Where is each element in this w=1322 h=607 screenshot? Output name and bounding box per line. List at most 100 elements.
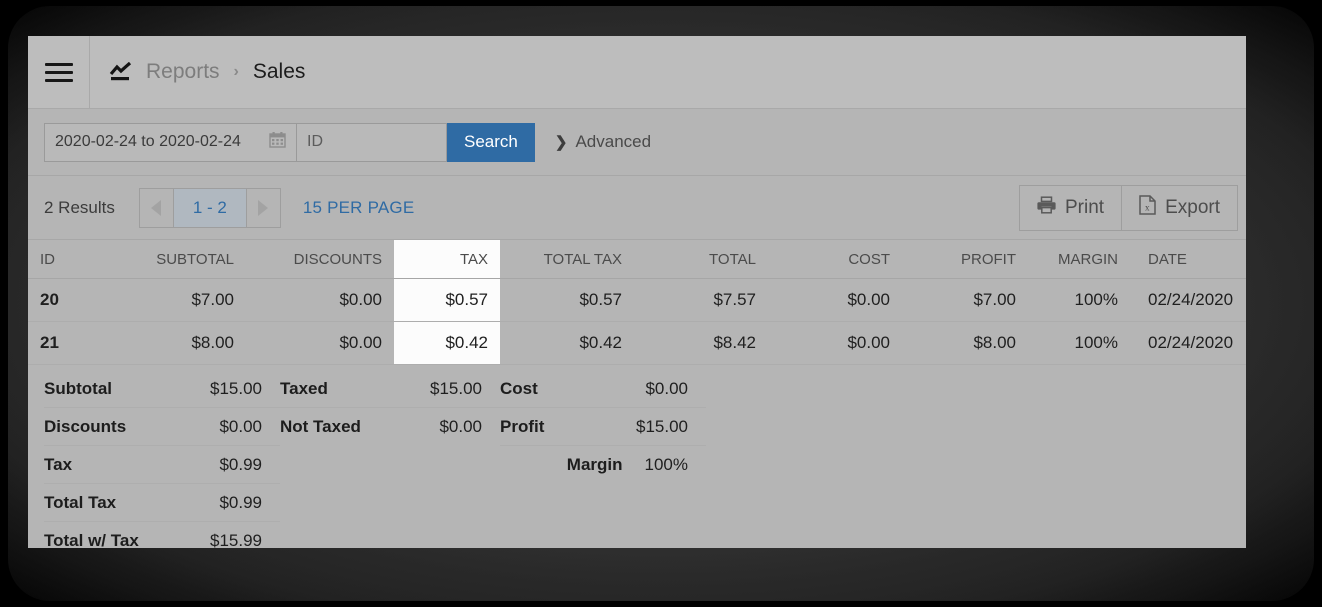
summary-label-cost: Cost bbox=[500, 378, 538, 398]
summary-label-subtotal: Subtotal bbox=[44, 378, 112, 398]
summary-value-margin: 100% bbox=[644, 454, 688, 474]
summary-value-taxed: $15.00 bbox=[430, 378, 482, 398]
triangle-right-icon bbox=[258, 199, 269, 216]
summary-row-subtotal: Subtotal $15.00 bbox=[44, 370, 280, 408]
hamburger-icon bbox=[44, 62, 73, 82]
summary-value-discounts: $0.00 bbox=[219, 416, 262, 436]
column-header-id[interactable]: ID bbox=[28, 240, 114, 279]
cell-date: 02/24/2020 bbox=[1130, 321, 1246, 365]
summary-row-margin: Margin 100% bbox=[500, 446, 706, 483]
cell-cost: $0.00 bbox=[768, 321, 902, 365]
summary-value-total-with-tax: $15.99 bbox=[210, 530, 262, 549]
print-label: Print bbox=[1065, 196, 1105, 218]
summary-label-tax: Tax bbox=[44, 454, 73, 474]
summary-row-not-taxed: Not Taxed $0.00 bbox=[280, 408, 500, 445]
table-row[interactable]: 21 $8.00 $0.00 $0.42 $0.42 $8.42 $0.00 $… bbox=[28, 321, 1246, 365]
calendar-icon[interactable] bbox=[269, 131, 286, 153]
menu-toggle-button[interactable] bbox=[28, 36, 90, 108]
cell-subtotal: $7.00 bbox=[114, 278, 246, 322]
column-header-margin[interactable]: MARGIN bbox=[1028, 240, 1130, 279]
summary-column-profit: Cost $0.00 Profit $15.00 Margin 100% bbox=[500, 370, 706, 548]
summary-value-cost: $0.00 bbox=[645, 378, 688, 398]
column-header-total-tax[interactable]: TOTAL TAX bbox=[500, 240, 634, 279]
report-table: ID SUBTOTAL DISCOUNTS TAX TOTAL TAX TOTA… bbox=[28, 240, 1246, 365]
pagination-prev-button[interactable] bbox=[139, 188, 174, 227]
summary-value-subtotal: $15.00 bbox=[210, 378, 262, 398]
summary-label-margin: Margin bbox=[566, 454, 623, 474]
breadcrumb-separator-icon: › bbox=[233, 63, 239, 80]
per-page-selector[interactable]: 15 PER PAGE bbox=[303, 198, 415, 218]
column-header-cost[interactable]: COST bbox=[768, 240, 902, 279]
summary-column-taxed: Taxed $15.00 Not Taxed $0.00 bbox=[280, 370, 500, 548]
summary-value-profit: $15.00 bbox=[636, 416, 688, 436]
summary-value-tax: $0.99 bbox=[219, 454, 262, 474]
summary-row-total-tax: Total Tax $0.99 bbox=[44, 484, 280, 522]
date-range-input[interactable]: 2020-02-24 to 2020-02-24 bbox=[44, 122, 297, 162]
pagination: 1 - 2 bbox=[138, 187, 281, 228]
printer-icon bbox=[1037, 195, 1056, 220]
cell-tax: $0.57 bbox=[394, 278, 500, 322]
table-head: ID SUBTOTAL DISCOUNTS TAX TOTAL TAX TOTA… bbox=[28, 240, 1246, 279]
cell-margin: 100% bbox=[1028, 278, 1130, 322]
top-navigation-bar: Reports › Sales bbox=[28, 36, 1246, 109]
summary-label-profit: Profit bbox=[500, 416, 545, 436]
summary-row-taxed: Taxed $15.00 bbox=[280, 370, 500, 408]
summary-value-total-tax: $0.99 bbox=[219, 492, 262, 512]
pagination-next-button[interactable] bbox=[245, 188, 280, 227]
summary-label-taxed: Taxed bbox=[280, 378, 328, 398]
cell-id[interactable]: 20 bbox=[28, 278, 114, 322]
cell-profit: $8.00 bbox=[902, 321, 1028, 365]
pagination-page-label[interactable]: 1 - 2 bbox=[173, 188, 246, 227]
results-toolbar: 2 Results 1 - 2 15 PER PAGE Print x Expo… bbox=[28, 176, 1246, 240]
table-actions: Print x Export bbox=[1019, 184, 1238, 231]
search-toolbar: 2020-02-24 to 2020-02-24 ID Search ❯ Adv… bbox=[28, 109, 1246, 176]
line-chart-icon bbox=[109, 62, 133, 82]
id-search-input[interactable] bbox=[307, 133, 436, 151]
cell-cost: $0.00 bbox=[768, 278, 902, 322]
summary-label-not-taxed: Not Taxed bbox=[280, 416, 361, 436]
screen: Reports › Sales 2020-02-24 to 2020-02-24 bbox=[0, 0, 1322, 607]
report-table-container: ID SUBTOTAL DISCOUNTS TAX TOTAL TAX TOTA… bbox=[28, 240, 1246, 365]
cell-margin: 100% bbox=[1028, 321, 1130, 365]
summary-label-total-tax: Total Tax bbox=[44, 492, 117, 512]
excel-file-icon: x bbox=[1139, 194, 1156, 221]
print-button[interactable]: Print bbox=[1020, 185, 1122, 230]
id-search-field[interactable] bbox=[297, 122, 447, 162]
cell-tax: $0.42 bbox=[394, 321, 500, 365]
svg-text:x: x bbox=[1145, 202, 1150, 212]
summary-panel: Subtotal $15.00 Discounts $0.00 Tax $0.9… bbox=[28, 365, 1246, 548]
breadcrumb-item-sales: Sales bbox=[252, 60, 306, 83]
advanced-label: Advanced bbox=[575, 132, 652, 151]
search-button[interactable]: Search bbox=[447, 122, 535, 162]
cell-total: $7.57 bbox=[634, 278, 768, 322]
summary-row-discounts: Discounts $0.00 bbox=[44, 408, 280, 446]
column-header-tax[interactable]: TAX bbox=[394, 240, 500, 279]
column-header-total[interactable]: TOTAL bbox=[634, 240, 768, 279]
column-header-discounts[interactable]: DISCOUNTS bbox=[246, 240, 394, 279]
breadcrumb: Reports › Sales bbox=[90, 36, 305, 108]
advanced-search-toggle[interactable]: ❯ Advanced bbox=[555, 132, 651, 152]
triangle-left-icon bbox=[151, 199, 162, 216]
chevron-right-icon: ❯ bbox=[554, 134, 568, 151]
summary-label-discounts: Discounts bbox=[44, 416, 127, 436]
column-header-date[interactable]: DATE bbox=[1130, 240, 1246, 279]
export-button[interactable]: x Export bbox=[1121, 185, 1237, 230]
cell-date: 02/24/2020 bbox=[1130, 278, 1246, 322]
breadcrumb-item-reports[interactable]: Reports bbox=[146, 60, 220, 84]
cell-discounts: $0.00 bbox=[246, 278, 394, 322]
export-label: Export bbox=[1165, 196, 1220, 218]
cell-discounts: $0.00 bbox=[246, 321, 394, 365]
date-range-value: 2020-02-24 to 2020-02-24 bbox=[55, 133, 241, 150]
column-header-profit[interactable]: PROFIT bbox=[902, 240, 1028, 279]
summary-row-tax: Tax $0.99 bbox=[44, 446, 280, 484]
cell-subtotal: $8.00 bbox=[114, 321, 246, 365]
column-header-subtotal[interactable]: SUBTOTAL bbox=[114, 240, 246, 279]
summary-row-cost: Cost $0.00 bbox=[500, 370, 706, 408]
table-header-row: ID SUBTOTAL DISCOUNTS TAX TOTAL TAX TOTA… bbox=[28, 240, 1246, 279]
summary-label-total-with-tax: Total w/ Tax bbox=[44, 530, 139, 549]
cell-id[interactable]: 21 bbox=[28, 321, 114, 365]
cell-total: $8.42 bbox=[634, 321, 768, 365]
summary-row-total-with-tax: Total w/ Tax $15.99 bbox=[44, 522, 280, 549]
table-row[interactable]: 20 $7.00 $0.00 $0.57 $0.57 $7.57 $0.00 $… bbox=[28, 278, 1246, 322]
summary-row-profit: Profit $15.00 bbox=[500, 408, 706, 446]
